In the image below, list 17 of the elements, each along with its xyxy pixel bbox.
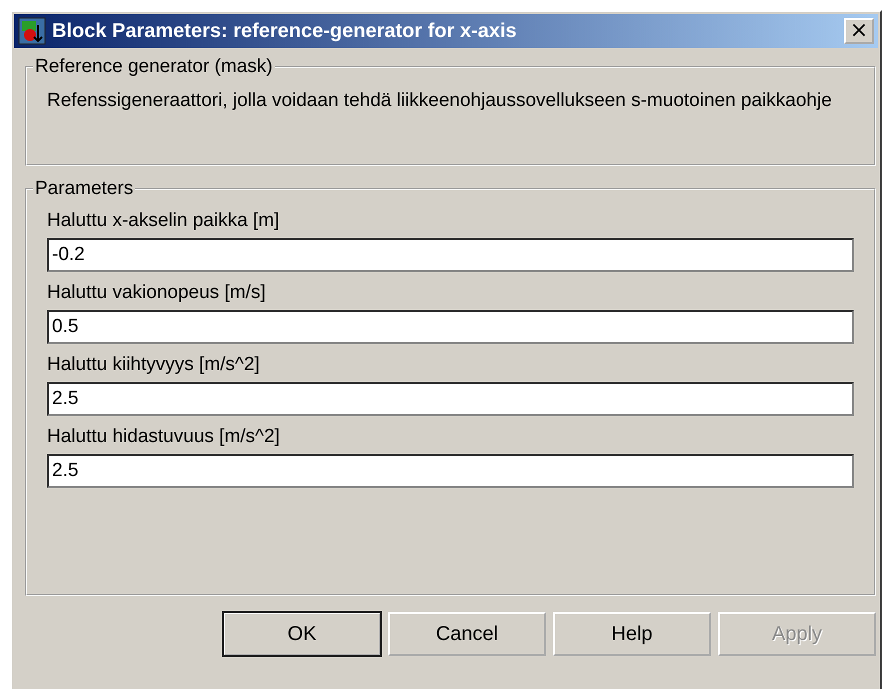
app-icon <box>18 17 46 45</box>
window-title: Block Parameters: reference-generator for x-axis <box>52 20 518 42</box>
description-text: Refenssigeneraattori, jolla voidaan tehdä liikkeenohjaussovellukseen s-muotoinen paikkaohje <box>47 89 833 113</box>
field-label: Haluttu hidastuvuus [m/s^2] <box>47 426 281 448</box>
field-label: Haluttu vakionopeus [m/s] <box>47 282 267 304</box>
input-field[interactable]: 2.5 <box>47 382 854 416</box>
group-legend: Parameters <box>33 178 136 200</box>
input-field[interactable]: 0.5 <box>47 310 854 344</box>
field-label: Haluttu kiihtyvyys [m/s^2] <box>47 354 261 376</box>
group-legend: Reference generator (mask) <box>33 56 275 78</box>
input-field[interactable]: 2.5 <box>47 454 854 488</box>
close-button[interactable]: × <box>844 18 874 44</box>
input-field[interactable]: -0.2 <box>47 238 854 272</box>
dialog-button[interactable]: Help <box>553 612 711 656</box>
dialog-button[interactable]: OK <box>223 612 381 656</box>
dialog-button[interactable]: Cancel <box>388 612 546 656</box>
field-label: Haluttu x-akselin paikka [m] <box>47 210 280 232</box>
